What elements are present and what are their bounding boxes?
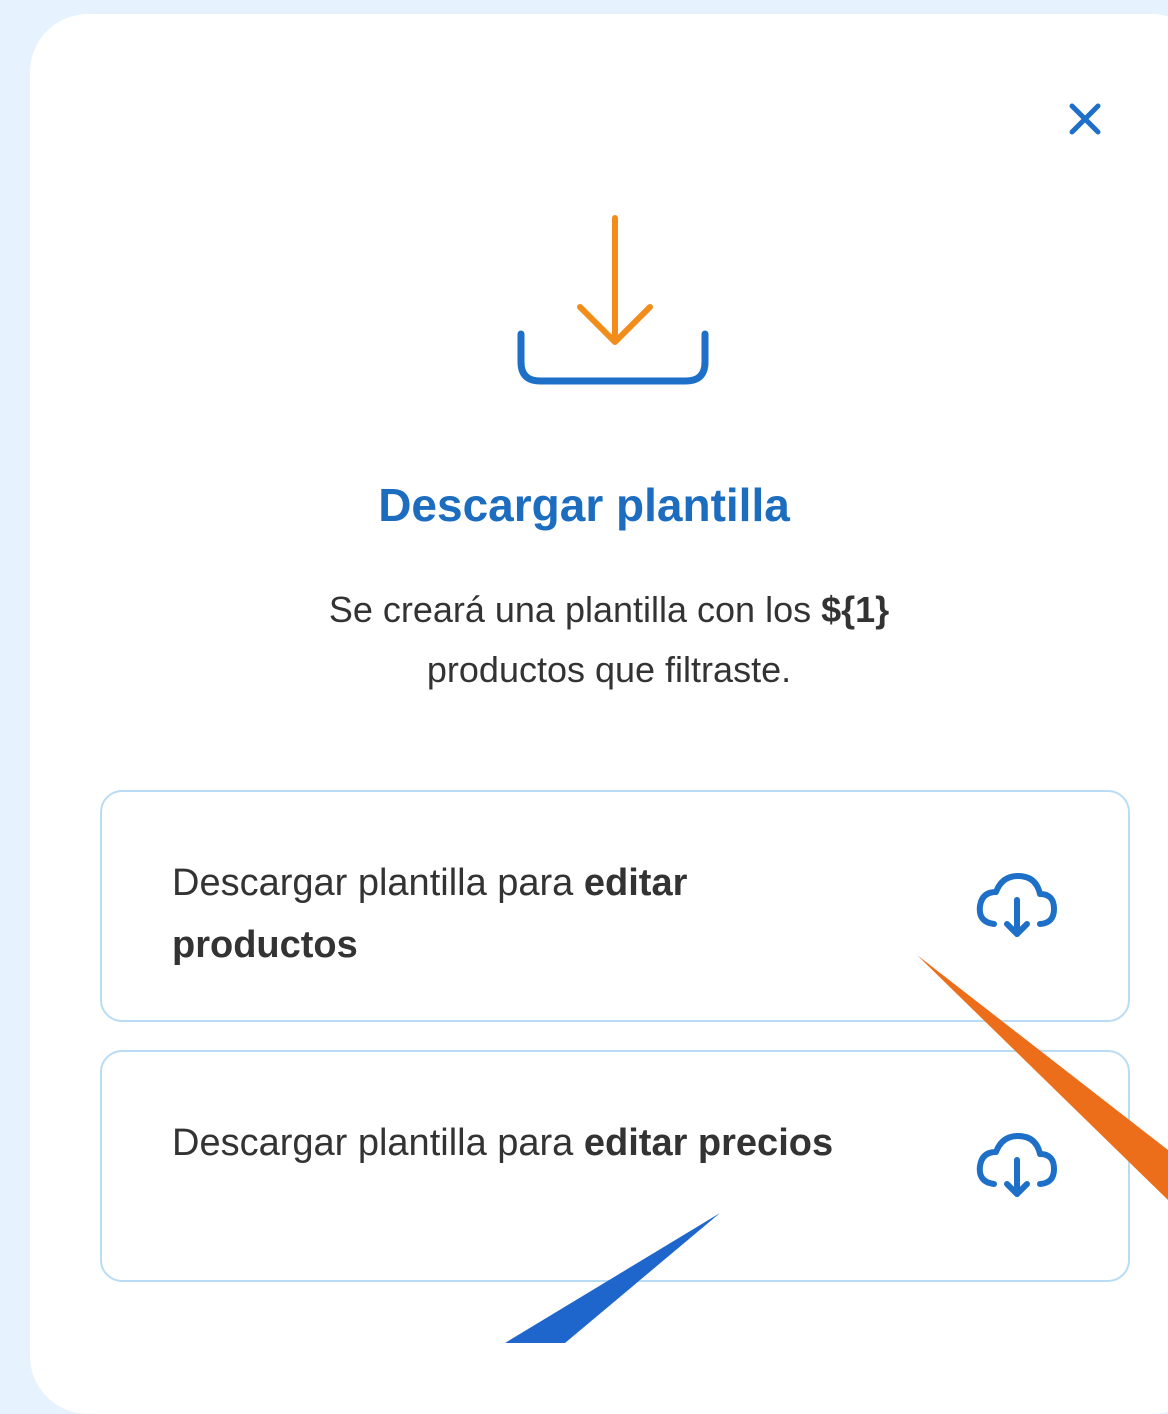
close-button[interactable] [1062,96,1108,142]
option-label-text: Descargar plantilla para [172,862,584,904]
download-edit-prices-option[interactable]: Descargar plantilla para editar precios [100,1050,1130,1282]
cloud-download-icon [976,1133,1057,1197]
modal-subtitle: Se creará una plantilla con los ${1} pro… [0,580,1168,700]
cloud-download-icon [976,873,1057,937]
subtitle-text-start: Se creará una plantilla con los [328,589,822,630]
close-icon [1069,103,1101,135]
download-edit-products-option[interactable]: Descargar plantilla para editar producto… [100,790,1130,1022]
modal-title: Descargar plantilla [378,479,790,531]
option-label: Descargar plantilla para editar producto… [172,852,872,976]
subtitle-text-end: productos que filtraste. [426,649,792,690]
option-label-text: Descargar plantilla para [172,1122,584,1164]
option-label-bold: editar precios [583,1122,834,1164]
option-label: Descargar plantilla para editar precios [172,1112,872,1174]
download-tray-icon [517,215,709,385]
subtitle-product-count: ${1} [821,589,890,630]
